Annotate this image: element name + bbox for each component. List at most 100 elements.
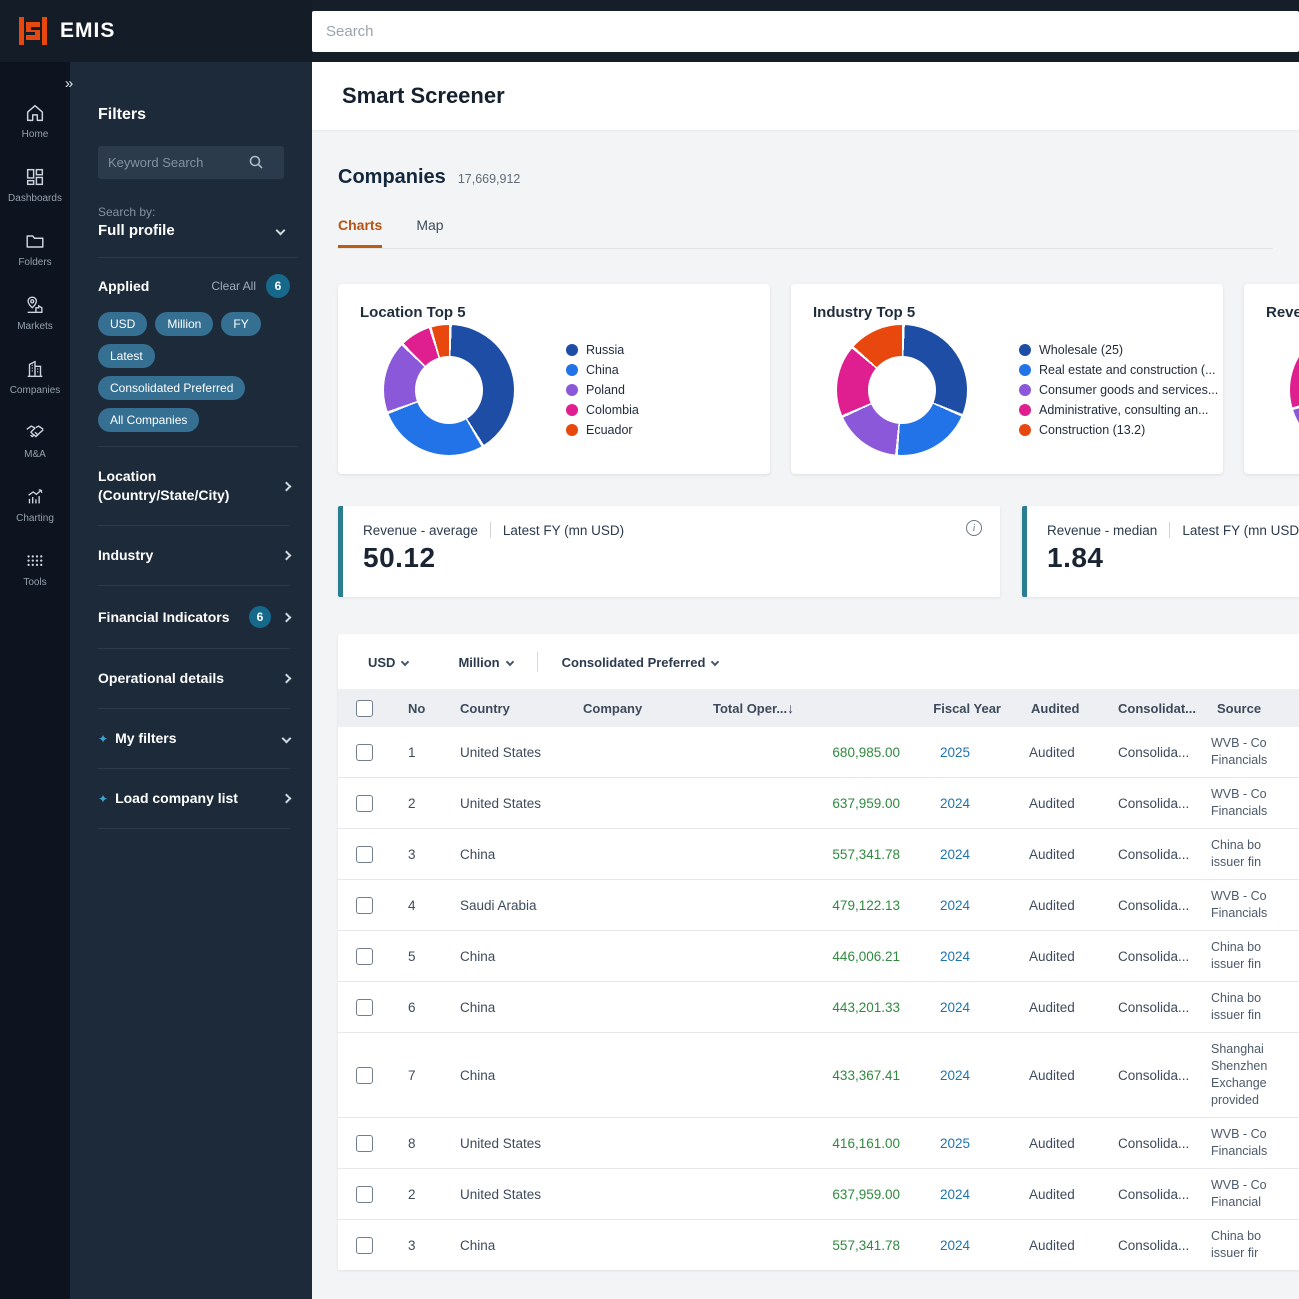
applied-chip[interactable]: Million [155, 312, 213, 336]
column-header-source[interactable]: Source [1189, 701, 1299, 716]
row-checkbox[interactable] [356, 1186, 373, 1203]
table-row[interactable]: 2 United States 637,959.00 2024 Audited … [338, 777, 1299, 828]
legend-label: Russia [586, 343, 624, 357]
cell-source: WVB - CoFinancials [1189, 1118, 1299, 1168]
search-by-select[interactable]: Full profile [98, 222, 284, 239]
sidebar-item-home[interactable]: Home [0, 102, 70, 140]
companies-title: Companies [338, 166, 446, 189]
column-header-consolidat[interactable]: Consolidat... [1090, 701, 1189, 716]
sidebar-item-companies[interactable]: Companies [0, 358, 70, 396]
dropdown-million[interactable]: Million [458, 655, 512, 670]
chart-card-1: Industry Top 5 Wholesale (25) Real estat… [791, 284, 1223, 474]
chart-legend: Wholesale (25) Real estate and construct… [1019, 343, 1218, 437]
row-checkbox[interactable] [356, 1237, 373, 1254]
tab-charts[interactable]: Charts [338, 217, 382, 248]
row-checkbox[interactable] [356, 948, 373, 965]
brand-logo[interactable]: EMIS [0, 0, 312, 62]
column-header-fiscalyear[interactable]: Fiscal Year [910, 701, 1001, 716]
legend-item[interactable]: Russia [566, 343, 639, 357]
global-search-input[interactable] [312, 11, 1299, 52]
legend-item[interactable]: Administrative, consulting an... [1019, 403, 1218, 417]
table-row[interactable]: 1 United States 680,985.00 2025 Audited … [338, 727, 1299, 777]
fiscal-year-link[interactable]: 2024 [940, 1068, 970, 1083]
donut-chart[interactable] [384, 325, 514, 455]
table-row[interactable]: 5 China 446,006.21 2024 Audited Consolid… [338, 930, 1299, 981]
row-checkbox[interactable] [356, 846, 373, 863]
legend-dot-icon [566, 344, 578, 356]
row-checkbox[interactable] [356, 1067, 373, 1084]
legend-item[interactable]: Colombia [566, 403, 639, 417]
fiscal-year-link[interactable]: 2024 [940, 1187, 970, 1202]
fiscal-year-link[interactable]: 2025 [940, 1136, 970, 1151]
legend-item[interactable]: Poland [566, 383, 639, 397]
row-checkbox[interactable] [356, 897, 373, 914]
emis-logo-icon [16, 14, 50, 48]
filter-panel: » Filters Search by: Full profile Applie… [70, 62, 312, 1299]
cell-total-operating: 416,161.00 [713, 1136, 910, 1151]
filter-section-industry[interactable]: Industry [98, 526, 290, 586]
legend-item[interactable]: Consumer goods and services... [1019, 383, 1218, 397]
fiscal-year-link[interactable]: 2024 [940, 949, 970, 964]
sidebar-item-ma[interactable]: M&A [0, 422, 70, 460]
column-header-totaloper[interactable]: Total Oper...↓ [713, 700, 910, 716]
clear-all-button[interactable]: Clear All [211, 279, 256, 293]
fiscal-year-link[interactable]: 2025 [940, 745, 970, 760]
info-icon[interactable]: i [966, 520, 982, 536]
row-checkbox[interactable] [356, 744, 373, 761]
sidebar-item-dashboards[interactable]: Dashboards [0, 166, 70, 204]
table-row[interactable]: 4 Saudi Arabia 479,122.13 2024 Audited C… [338, 879, 1299, 930]
fiscal-year-link[interactable]: 2024 [940, 1238, 970, 1253]
dropdown-usd[interactable]: USD [368, 655, 408, 670]
donut-chart[interactable] [1290, 325, 1299, 455]
sidebar-item-label: Markets [17, 321, 53, 332]
row-checkbox[interactable] [356, 1135, 373, 1152]
applied-chip[interactable]: USD [98, 312, 147, 336]
column-header-country[interactable]: Country [460, 701, 583, 716]
cell-consolidated: Consolida... [1090, 1000, 1189, 1015]
row-checkbox[interactable] [356, 999, 373, 1016]
filter-section-my-filters[interactable]: ✦My filters [98, 709, 290, 769]
table-row[interactable]: 3 China 557,341.78 2024 Audited Consolid… [338, 828, 1299, 879]
sidebar-item-markets[interactable]: Markets [0, 294, 70, 332]
fiscal-year-link[interactable]: 2024 [940, 796, 970, 811]
filter-section-load-company-list[interactable]: ✦Load company list [98, 769, 290, 829]
filter-section-label: Industry [98, 546, 283, 565]
filter-section-financial-indicators[interactable]: Financial Indicators6 [98, 586, 290, 649]
row-checkbox[interactable] [356, 795, 373, 812]
cell-no: 8 [390, 1136, 460, 1151]
table-row[interactable]: 8 United States 416,161.00 2025 Audited … [338, 1117, 1299, 1168]
tab-map[interactable]: Map [416, 217, 443, 248]
sidebar-item-charting[interactable]: Charting [0, 486, 70, 524]
sidebar-item-folders[interactable]: Folders [0, 230, 70, 268]
table-row[interactable]: 2 United States 637,959.00 2024 Audited … [338, 1168, 1299, 1219]
fiscal-year-link[interactable]: 2024 [940, 1000, 970, 1015]
collapse-panel-button[interactable]: » [56, 70, 82, 96]
table-row[interactable]: 3 China 557,341.78 2024 Audited Consolid… [338, 1219, 1299, 1270]
legend-item[interactable]: China [566, 363, 639, 377]
chart-cards-row: Location Top 5 Russia China Poland Colom… [338, 284, 1299, 474]
filter-section-operational-details[interactable]: Operational details [98, 649, 290, 709]
table-row[interactable]: 6 China 443,201.33 2024 Audited Consolid… [338, 981, 1299, 1032]
table-row[interactable]: 7 China 433,367.41 2024 Audited Consolid… [338, 1032, 1299, 1117]
column-header-no[interactable]: No [390, 701, 460, 716]
applied-chips: USD Million FY Latest Consolidated Preferred… [98, 312, 298, 432]
applied-chip[interactable]: All Companies [98, 408, 199, 432]
donut-chart[interactable] [837, 325, 967, 455]
legend-item[interactable]: Wholesale (25) [1019, 343, 1218, 357]
legend-item[interactable]: Construction (13.2) [1019, 423, 1218, 437]
applied-chip[interactable]: FY [221, 312, 260, 336]
cell-source: WVB - CoFinancial [1189, 1169, 1299, 1219]
legend-item[interactable]: Ecuador [566, 423, 639, 437]
applied-chip[interactable]: Consolidated Preferred [98, 376, 245, 400]
filter-section-location-country-state-city-[interactable]: Location (Country/State/City) [98, 447, 290, 526]
column-header-company[interactable]: Company [583, 701, 713, 716]
legend-item[interactable]: Real estate and construction (... [1019, 363, 1218, 377]
column-header-audited[interactable]: Audited [1001, 701, 1090, 716]
row-checkbox-cell [338, 846, 390, 863]
fiscal-year-link[interactable]: 2024 [940, 847, 970, 862]
dropdown-consolidated-preferred[interactable]: Consolidated Preferred [562, 655, 719, 670]
sidebar-item-tools[interactable]: Tools [0, 550, 70, 588]
fiscal-year-link[interactable]: 2024 [940, 898, 970, 913]
applied-chip[interactable]: Latest [98, 344, 155, 368]
select-all-checkbox[interactable] [356, 700, 373, 717]
